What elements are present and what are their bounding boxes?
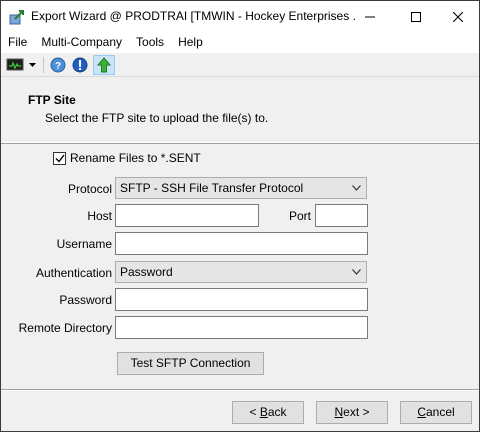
info-icon [72, 57, 88, 73]
help-icon: ? [50, 57, 66, 73]
menu-file[interactable]: File [1, 32, 34, 53]
cancel-accel-key: C [417, 405, 426, 419]
next-button[interactable]: Next > [316, 401, 388, 424]
wizard-header: FTP Site Select the FTP site to upload t… [1, 77, 479, 144]
export-wizard-window: Export Wizard @ PRODTRAI [TMWIN - Hockey… [0, 0, 480, 432]
monitor-tool-button[interactable] [5, 56, 25, 74]
next-rest: ext > [343, 405, 370, 419]
authentication-value: Password [120, 265, 173, 279]
title-bar[interactable]: Export Wizard @ PRODTRAI [TMWIN - Hockey… [1, 1, 479, 32]
maximize-button[interactable] [393, 1, 439, 32]
close-icon [453, 11, 463, 22]
remote-directory-label: Remote Directory [18, 321, 112, 335]
up-arrow-icon [97, 57, 111, 73]
test-sftp-connection-button[interactable]: Test SFTP Connection [117, 352, 264, 375]
authentication-select[interactable]: Password [115, 261, 367, 283]
footer-divider-highlight [1, 390, 479, 391]
upload-tool-button[interactable] [93, 55, 115, 75]
back-rest: ack [267, 405, 287, 419]
menu-tools[interactable]: Tools [129, 32, 171, 53]
protocol-value: SFTP - SSH File Transfer Protocol [120, 181, 304, 195]
back-button[interactable]: < Back [232, 401, 304, 424]
checkmark-icon [55, 154, 65, 163]
header-divider [1, 142, 479, 143]
host-label: Host [87, 209, 112, 223]
username-input[interactable] [115, 232, 368, 255]
page-title: FTP Site [28, 93, 76, 107]
port-input[interactable] [315, 204, 368, 227]
page-subtitle: Select the FTP site to upload the file(s… [45, 111, 269, 125]
chevron-down-icon [352, 269, 361, 275]
protocol-select[interactable]: SFTP - SSH File Transfer Protocol [115, 177, 367, 199]
minimize-icon [365, 16, 375, 17]
monitor-icon [6, 58, 24, 71]
menu-multi-company[interactable]: Multi-Company [34, 32, 129, 53]
rename-files-label: Rename Files to *.SENT [70, 151, 201, 165]
chevron-down-icon [352, 185, 361, 191]
svg-text:?: ? [55, 61, 61, 72]
wizard-app-icon [9, 9, 25, 25]
password-label: Password [59, 293, 112, 307]
authentication-label: Authentication [35, 266, 112, 280]
menu-help[interactable]: Help [171, 32, 210, 53]
toolbar-separator [43, 57, 44, 73]
help-tool-button[interactable]: ? [49, 56, 67, 74]
remote-directory-input[interactable] [115, 316, 368, 339]
menu-bar: File Multi-Company Tools Help [1, 32, 479, 53]
ftp-form: Rename Files to *.SENT Protocol SFTP - S… [1, 144, 479, 389]
toolbar: ? [1, 53, 479, 77]
cancel-button[interactable]: Cancel [400, 401, 472, 424]
chevron-down-icon [28, 63, 36, 67]
cancel-rest: ancel [425, 405, 455, 419]
back-prefix: < [249, 405, 260, 419]
monitor-dropdown-button[interactable] [26, 56, 38, 74]
minimize-button[interactable] [347, 1, 393, 32]
password-input[interactable] [115, 288, 368, 311]
info-tool-button[interactable] [71, 56, 89, 74]
window-title: Export Wizard @ PRODTRAI [TMWIN - Hockey… [31, 9, 357, 23]
port-label: Port [289, 209, 312, 223]
next-accel-key: N [334, 405, 344, 419]
rename-files-row[interactable]: Rename Files to *.SENT [53, 151, 201, 165]
protocol-label: Protocol [67, 182, 112, 196]
rename-files-checkbox[interactable] [53, 151, 66, 165]
maximize-icon [411, 11, 421, 22]
close-button[interactable] [435, 1, 480, 32]
back-accel-key: B [259, 405, 268, 419]
username-label: Username [56, 237, 112, 251]
host-input[interactable] [115, 204, 259, 227]
